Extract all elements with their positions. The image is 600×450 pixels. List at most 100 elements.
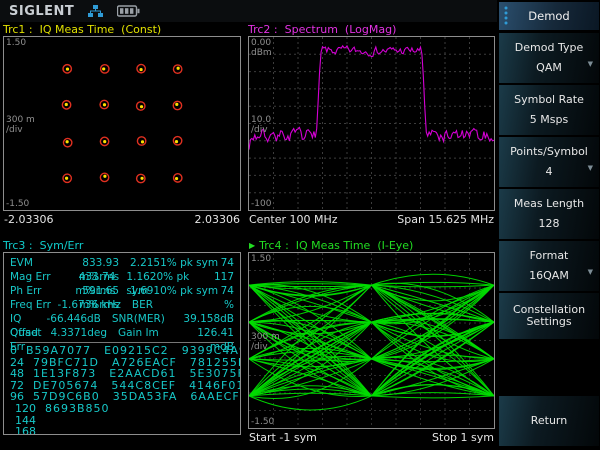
trc3-symerr-panel: EVM833.93 m%rms2.2151% pk sym74Mag Err43… bbox=[3, 252, 241, 435]
trc2-title: Trc2 : Spectrum (LogMag) bbox=[248, 22, 495, 36]
hex-word: 9399C4A9 bbox=[182, 345, 241, 357]
menu-grip-icon bbox=[504, 6, 508, 26]
error-cell: 39.158dB bbox=[183, 312, 234, 326]
error-cell: 74 bbox=[221, 284, 234, 298]
chevron-down-icon: ▼ bbox=[588, 164, 593, 172]
trc4-title: ▶ Trc4 : IQ Meas Time (I-Eye) bbox=[248, 238, 495, 252]
menu-item-format[interactable]: Format 16QAM ▼ bbox=[499, 241, 599, 291]
error-row: EVM833.93 m%rms2.2151% pk sym74 bbox=[10, 256, 234, 270]
eye-canvas bbox=[249, 253, 494, 428]
menu-item-symbol-rate[interactable]: Symbol Rate 5 Msps bbox=[499, 85, 599, 135]
status-bar: SIGLENT bbox=[0, 0, 497, 22]
menu-spacer bbox=[499, 341, 599, 396]
error-cell: SNR(MER) bbox=[112, 312, 184, 326]
trc2-min-level: -100 bbox=[251, 199, 271, 209]
hex-word: E09215C2 bbox=[104, 345, 169, 357]
menu-item-value: 4 bbox=[546, 166, 553, 178]
return-button[interactable]: Return bbox=[499, 396, 599, 446]
error-row: Mag Err433.74 m%rms1.1620% pk sym117 bbox=[10, 270, 234, 284]
error-cell: 4.3371deg bbox=[50, 326, 107, 340]
trc4-axis-row: Start -1 sym Stop 1 sym bbox=[248, 429, 495, 445]
hex-row: 0B59A7077E09215C29399C4A9 bbox=[10, 345, 234, 357]
error-cell: Ph Err bbox=[10, 284, 56, 298]
trc4-scale-per-div: 300 m/div bbox=[251, 332, 280, 352]
menu-item-demod-type[interactable]: Demod Type QAM ▼ bbox=[499, 33, 599, 83]
error-cell: 126.41 mdB bbox=[197, 326, 234, 340]
siglent-logo: SIGLENT bbox=[9, 4, 74, 19]
error-cell: 433.74 m%rms bbox=[55, 270, 116, 284]
return-label: Return bbox=[527, 415, 572, 427]
trc4-stop-label: Stop 1 sym bbox=[432, 431, 494, 444]
error-row: Quad Err4.3371degGain Im126.41 mdB bbox=[10, 326, 234, 340]
error-row: Ph Err591.65 m%rms 1.6910% pk sym74 bbox=[10, 284, 234, 298]
menu-item-label: Constellation Settings bbox=[499, 304, 599, 328]
error-cell: 2.2151% pk sym bbox=[130, 256, 221, 270]
error-row: IQ Offset-66.446dB SNR(MER)39.158dB bbox=[10, 312, 234, 326]
constellation-canvas bbox=[4, 37, 241, 210]
hex-row: 144 bbox=[10, 415, 234, 427]
display-area: SIGLENT bbox=[0, 0, 497, 450]
window-trc4[interactable]: ▶ Trc4 : IQ Meas Time (I-Eye) 1.50 300 m… bbox=[243, 227, 497, 450]
trc1-scale-per-div: 300 m/div bbox=[6, 115, 35, 135]
trc2-spectrum-plot: 0.00dBm 10.0/div -100 bbox=[248, 36, 495, 211]
error-cell: IQ Offset bbox=[10, 312, 46, 326]
trc2-axis-row: Center 100 MHz Span 15.625 MHz bbox=[248, 211, 495, 227]
trc2-scale-per-div: 10.0/div bbox=[251, 115, 271, 135]
menu-item-meas-length[interactable]: Meas Length 128 bbox=[499, 189, 599, 239]
trace-grid: Trc1 : IQ Meas Time (Const) 1.50 300 m/d… bbox=[0, 22, 497, 450]
menu-item-value: 16QAM bbox=[529, 270, 569, 282]
error-cell: EVM bbox=[10, 256, 56, 270]
menu-item-label: Meas Length bbox=[510, 198, 588, 210]
menu-item-label: Format bbox=[526, 250, 573, 262]
window-trc1[interactable]: Trc1 : IQ Meas Time (Const) 1.50 300 m/d… bbox=[0, 22, 243, 227]
error-cell: Mag Err bbox=[10, 270, 55, 284]
error-cell: -1.6736 kHz bbox=[57, 298, 121, 312]
chevron-down-icon: ▼ bbox=[588, 60, 593, 68]
trc1-min-level: -1.50 bbox=[6, 199, 29, 209]
trc2-ref-level: 0.00dBm bbox=[251, 38, 272, 58]
menu-item-constellation-settings[interactable]: Constellation Settings bbox=[499, 293, 599, 339]
menu-header-label: Demod bbox=[528, 9, 569, 23]
hex-word: 35DA53FA bbox=[113, 391, 178, 403]
error-row: Freq Err-1.6736 kHzBER% bbox=[10, 298, 234, 312]
chevron-down-icon: ▼ bbox=[588, 268, 593, 276]
menu-header-demod: Demod bbox=[499, 2, 599, 30]
trc1-axis-row: -2.03306 2.03306 bbox=[3, 211, 241, 227]
hex-word: 8693B850 bbox=[45, 403, 110, 415]
menu-item-label: Points/Symbol bbox=[506, 146, 592, 158]
hex-word: B59A7077 bbox=[26, 345, 91, 357]
menu-item-value: QAM bbox=[536, 62, 562, 74]
battery-icon bbox=[117, 5, 140, 17]
trc1-ref-level: 1.50 bbox=[6, 38, 26, 48]
trc1-title: Trc1 : IQ Meas Time (Const) bbox=[3, 22, 241, 36]
window-trc3[interactable]: Trc3 : Sym/Err EVM833.93 m%rms2.2151% pk… bbox=[0, 227, 243, 450]
error-cell: Gain Im bbox=[118, 326, 197, 340]
error-cell: -66.446dB bbox=[46, 312, 100, 326]
trc1-axis-right: 2.03306 bbox=[195, 213, 241, 226]
window-trc2[interactable]: Trc2 : Spectrum (LogMag) 0.00dBm 10.0/di… bbox=[243, 22, 497, 227]
error-cell: 1.6910% pk sym bbox=[130, 284, 221, 298]
trc3-title: Trc3 : Sym/Err bbox=[3, 238, 241, 252]
error-table: EVM833.93 m%rms2.2151% pk sym74Mag Err43… bbox=[10, 256, 234, 340]
analyzer-screen: SIGLENT bbox=[0, 0, 600, 450]
trc1-axis-left: -2.03306 bbox=[4, 213, 53, 226]
menu-item-value: 5 Msps bbox=[530, 114, 568, 126]
trc1-constellation-plot: 1.50 300 m/div -1.50 bbox=[3, 36, 241, 211]
spectrum-canvas bbox=[249, 37, 494, 210]
menu-item-label: Demod Type bbox=[511, 42, 587, 54]
menu-item-label: Symbol Rate bbox=[510, 94, 588, 106]
hex-address: 0 bbox=[10, 345, 17, 357]
trc4-eye-plot: 1.50 300 m/div -1.50 bbox=[248, 252, 495, 429]
error-cell: Freq Err bbox=[10, 298, 57, 312]
trc2-span: Span 15.625 MHz bbox=[397, 213, 494, 226]
softkey-menu: Demod Demod Type QAM ▼ Symbol Rate 5 Msp… bbox=[497, 0, 600, 450]
hex-address: 120 bbox=[10, 403, 36, 415]
trc4-start-label: Start -1 sym bbox=[249, 431, 317, 444]
hex-row: 120 8693B850 bbox=[10, 403, 234, 415]
menu-item-points-per-symbol[interactable]: Points/Symbol 4 ▼ bbox=[499, 137, 599, 187]
error-cell: BER bbox=[132, 298, 224, 312]
trc4-ref-level: 1.50 bbox=[251, 254, 271, 264]
hex-row: 168 bbox=[10, 426, 234, 435]
active-trace-arrow-icon: ▶ bbox=[249, 239, 255, 252]
error-cell: 591.65 m%rms bbox=[56, 284, 119, 298]
